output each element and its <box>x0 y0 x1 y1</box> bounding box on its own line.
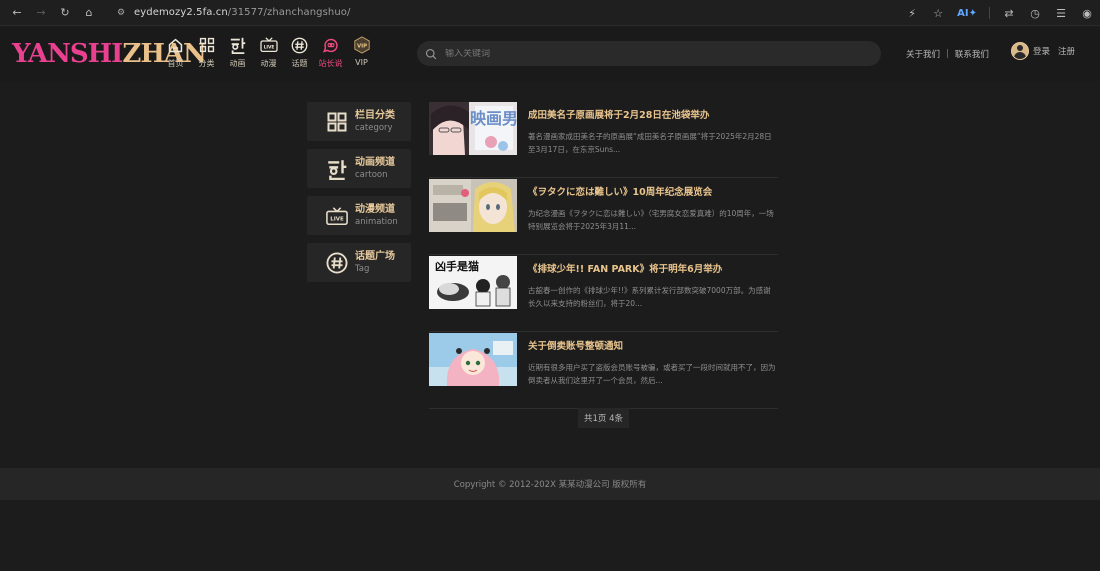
live-icon: LIVE <box>326 205 348 227</box>
article-thumbnail[interactable]: 映画男 <box>429 102 517 155</box>
nav-item-vip[interactable]: VIP VIP <box>346 35 377 69</box>
sidebar-item-tag[interactable]: 话题广场 Tag <box>307 243 411 282</box>
nav-label: 动画 <box>229 59 246 68</box>
vip-icon: VIP <box>352 35 372 55</box>
nav-item-animation[interactable]: LIVE 动漫 <box>253 35 284 69</box>
address-bar[interactable]: eydemozy2.5fa.cn/31577/zhanchangshuo/ <box>134 7 351 18</box>
article-thumbnail[interactable]: 凶手是猫 <box>429 256 517 309</box>
back-icon[interactable]: ← <box>10 6 24 20</box>
top-links: 关于我们 | 联系我们 <box>906 48 989 60</box>
article-desc: 近期有很多用户买了盗版会员账号被骗，或者买了一段时间就用不了，因为倒卖者从我们这… <box>528 363 776 385</box>
hashtag-icon <box>290 35 310 55</box>
list-item[interactable]: 《ヲタクに恋は難しい》10周年纪念展览会 为纪念漫画《ヲタクに恋は難しい》（宅男… <box>429 179 778 255</box>
article-list: 映画男 成田美名子原画展将于2月28日在池袋举办 著名漫画家成田美名子的原画展“… <box>429 102 778 409</box>
sidebar-item-sub: Tag <box>355 264 370 274</box>
user-area: 登录 注册 <box>1011 42 1075 60</box>
footer: Copyright © 2012-202X 某某动漫公司 版权所有 <box>0 468 1100 500</box>
live-icon: LIVE <box>259 35 279 55</box>
login-link[interactable]: 登录 <box>1033 45 1050 57</box>
nav-label: VIP <box>355 58 368 67</box>
article-desc: 著名漫画家成田美名子的原画展“成田美名子原画展”将于2025年2月28日至3月1… <box>528 132 772 154</box>
sidebar-item-animation[interactable]: LIVE 动漫频道 animation <box>307 196 411 235</box>
pagination-info: 共1页 4条 <box>578 408 629 428</box>
sidebar-item-title: 动画频道 <box>355 157 395 168</box>
sidebar-item-sub: category <box>355 123 393 133</box>
sidebar-item-category[interactable]: 栏目分类 category <box>307 102 411 141</box>
list-item[interactable]: 映画男 成田美名子原画展将于2月28日在池袋举办 著名漫画家成田美名子的原画展“… <box>429 102 778 178</box>
nav-label: 动漫 <box>260 59 277 68</box>
nav-item-cartoon[interactable]: 动画 <box>222 35 253 69</box>
sidebar-item-title: 栏目分类 <box>355 110 395 121</box>
history-icon[interactable]: ◷ <box>1028 6 1042 20</box>
menu-icon[interactable]: ☰ <box>1054 6 1068 20</box>
sidebar-item-cartoon[interactable]: 动画频道 cartoon <box>307 149 411 188</box>
extension-icon[interactable]: ⚡ <box>905 6 919 20</box>
profile-icon[interactable]: ◉ <box>1080 6 1094 20</box>
url-host: eydemozy2.5fa.cn <box>134 7 228 18</box>
search-icon[interactable] <box>425 48 437 60</box>
sidebar-item-title: 话题广场 <box>355 251 395 262</box>
grid-icon <box>326 111 348 133</box>
article-title[interactable]: 《ヲタクに恋は難しい》10周年纪念展览会 <box>528 187 778 199</box>
register-link[interactable]: 注册 <box>1058 45 1075 57</box>
article-thumbnail[interactable] <box>429 333 517 386</box>
article-title[interactable]: 关于倒卖账号整顿通知 <box>528 341 778 353</box>
nav-label: 话题 <box>291 59 308 68</box>
home-icon[interactable]: ⌂ <box>82 6 96 20</box>
copyright-text: Copyright © 2012-202X 某某动漫公司 版权所有 <box>453 480 647 490</box>
ai-button[interactable]: AI✦ <box>957 8 977 19</box>
star-icon[interactable]: ☆ <box>931 6 945 20</box>
article-title[interactable]: 成田美名子原画展将于2月28日在池袋举办 <box>528 110 778 122</box>
nav-label: 站长说 <box>318 59 343 68</box>
reload-icon[interactable]: ↻ <box>58 6 72 20</box>
sidebar-item-sub: cartoon <box>355 170 388 180</box>
nav-label: 首页 <box>167 59 184 68</box>
nav-item-category[interactable]: 分类 <box>191 35 222 69</box>
contact-link[interactable]: 联系我们 <box>955 48 989 60</box>
article-desc: 为纪念漫画《ヲタクに恋は難しい》（宅男腐女恋爱真难）的10周年，一场特别展览会将… <box>528 209 774 231</box>
sidebar-item-sub: animation <box>355 217 398 227</box>
thumb-text-3: 凶手是猫 <box>435 259 479 273</box>
nav-item-topic[interactable]: 话题 <box>284 35 315 69</box>
site-header: YANSHIZHAN 首页 分类 动画 LIVE 动漫 话题 站长说 VIP V… <box>0 27 1100 81</box>
toolbar-divider <box>989 7 990 19</box>
thumb-text-1: 映画男 <box>470 109 517 128</box>
hashtag-icon <box>326 251 348 274</box>
chat-icon <box>321 35 341 55</box>
search-bar <box>417 41 881 66</box>
forward-icon[interactable]: → <box>34 6 48 20</box>
article-thumbnail[interactable] <box>429 179 517 232</box>
list-item[interactable]: 关于倒卖账号整顿通知 近期有很多用户买了盗版会员账号被骗，或者买了一段时间就用不… <box>429 333 778 409</box>
avatar[interactable] <box>1011 42 1029 60</box>
main-nav: 首页 分类 动画 LIVE 动漫 话题 站长说 VIP VIP <box>160 35 377 69</box>
han-icon <box>326 158 348 180</box>
sidebar-item-title: 动漫频道 <box>355 204 395 215</box>
about-link[interactable]: 关于我们 <box>906 48 940 60</box>
article-desc: 古舘春一创作的《排球少年!!》系列累计发行部数突破7000万部。为感谢长久以来支… <box>528 286 771 308</box>
sidebar: 栏目分类 category 动画频道 cartoon LIVE 动漫频道 ani… <box>307 102 411 290</box>
nav-label: 分类 <box>198 59 215 68</box>
svg-text:LIVE: LIVE <box>330 216 344 222</box>
svg-text:VIP: VIP <box>356 43 366 49</box>
search-input[interactable] <box>445 48 865 59</box>
article-title[interactable]: 《排球少年!! FAN PARK》将于明年6月举办 <box>528 264 778 276</box>
list-item[interactable]: 凶手是猫 《排球少年!! FAN PARK》将于明年6月举办 古舘春一创作的《排… <box>429 256 778 332</box>
grid-icon <box>197 35 217 55</box>
share-icon[interactable]: ⇄ <box>1002 6 1016 20</box>
nav-item-webmaster[interactable]: 站长说 <box>315 35 346 69</box>
link-divider: | <box>946 49 949 59</box>
han-icon <box>228 35 248 55</box>
nav-item-home[interactable]: 首页 <box>160 35 191 69</box>
url-path: /31577/zhanchangshuo/ <box>227 7 351 18</box>
svg-text:LIVE: LIVE <box>263 45 274 51</box>
browser-toolbar: ← → ↻ ⌂ ⚙ eydemozy2.5fa.cn/31577/zhancha… <box>0 0 1100 26</box>
site-info-icon[interactable]: ⚙ <box>116 8 126 18</box>
home-icon <box>166 35 186 55</box>
